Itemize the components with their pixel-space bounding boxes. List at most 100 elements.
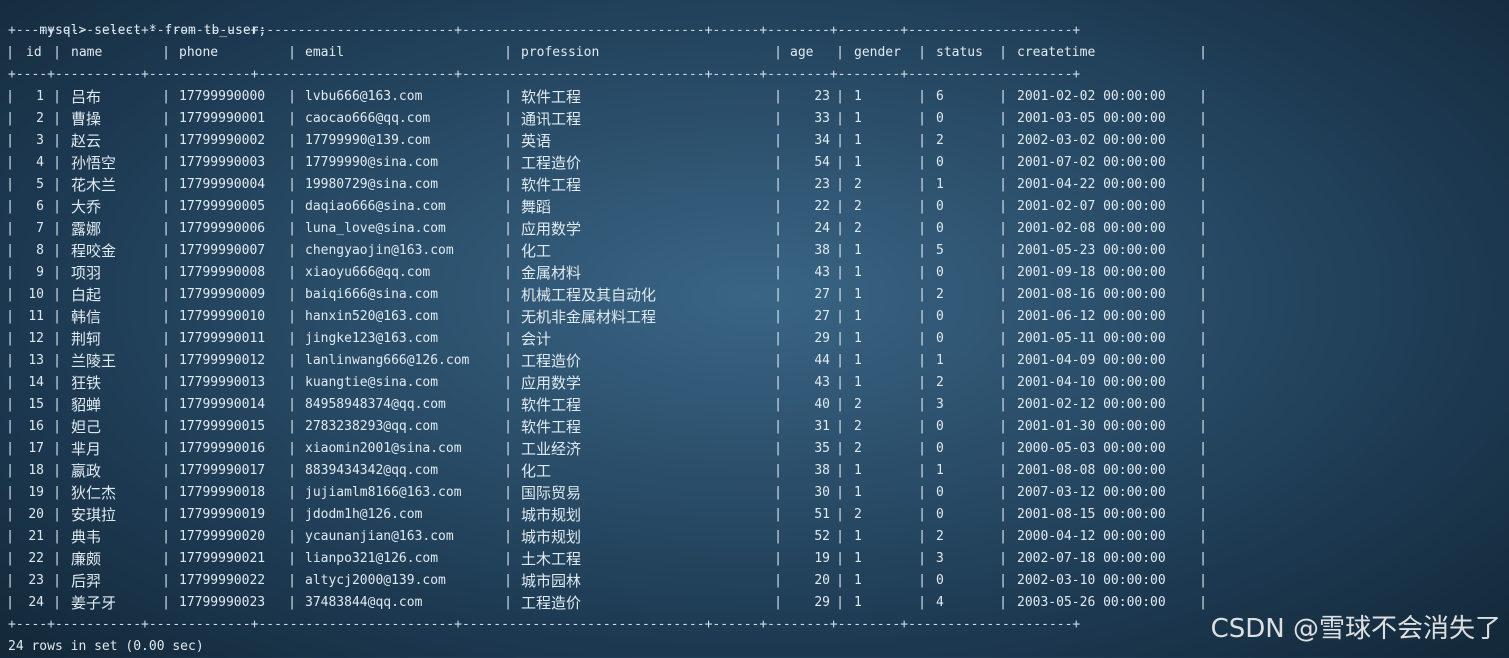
column-separator: | [288, 331, 296, 346]
column-separator: | [774, 397, 782, 412]
cell-email: xiaomin2001@sina.com [305, 441, 462, 456]
cell-createtime: 2001-02-08 00:00:00 [1017, 221, 1166, 236]
column-separator: | [288, 463, 296, 478]
cell-status: 4 [936, 595, 944, 610]
column-separator: | [53, 485, 61, 500]
cell-profession: 会计 [521, 330, 552, 348]
column-separator: | [288, 441, 296, 456]
cell-id: 15 [28, 397, 44, 412]
cell-gender: 1 [854, 463, 862, 478]
cell-age: 27 [814, 287, 830, 302]
column-separator: | [1199, 573, 1207, 588]
column-separator: | [918, 243, 926, 258]
cell-email: hanxin520@163.com [305, 309, 439, 324]
cell-age: 35 [814, 441, 830, 456]
column-separator: | [774, 199, 782, 214]
column-separator: | [774, 551, 782, 566]
cell-createtime: 2001-05-11 00:00:00 [1017, 331, 1166, 346]
column-separator: | [53, 463, 61, 478]
cell-profession: 机械工程及其自动化 [521, 286, 657, 304]
column-separator: | [999, 155, 1007, 170]
column-separator: | [999, 331, 1007, 346]
cell-email: jingke123@163.com [305, 331, 439, 346]
column-separator: | [918, 199, 926, 214]
cell-age: 29 [814, 595, 830, 610]
column-separator: | [162, 177, 170, 192]
terminal-window[interactable]: mysql> select * from tb_user; +----+----… [0, 0, 1509, 657]
column-separator: | [162, 331, 170, 346]
cell-email: kuangtie@sina.com [305, 375, 439, 390]
cell-name: 花木兰 [71, 176, 117, 194]
cell-age: 38 [814, 243, 830, 258]
cell-phone: 17799990012 [179, 353, 266, 368]
column-header-age: age [790, 45, 814, 60]
cell-age: 29 [814, 331, 830, 346]
column-separator: | [53, 111, 61, 126]
cell-gender: 2 [854, 507, 862, 522]
column-separator: | [918, 45, 926, 60]
column-separator: | [1199, 111, 1207, 126]
table-border-top: +----+-----------+-------------+--------… [8, 23, 1081, 38]
cell-age: 54 [814, 155, 830, 170]
column-separator: | [774, 507, 782, 522]
column-separator: | [999, 595, 1007, 610]
cell-status: 0 [936, 265, 944, 280]
column-separator: | [836, 89, 844, 104]
column-separator: | [288, 353, 296, 368]
cell-status: 0 [936, 573, 944, 588]
column-separator: | [836, 243, 844, 258]
column-separator: | [1199, 463, 1207, 478]
cell-status: 0 [936, 309, 944, 324]
cell-email: jdodm1h@126.com [305, 507, 423, 522]
cell-status: 0 [936, 331, 944, 346]
column-separator: | [162, 397, 170, 412]
column-separator: | [774, 45, 782, 60]
column-separator: | [504, 573, 512, 588]
cell-email: daqiao666@sina.com [305, 199, 446, 214]
cell-name: 廉颇 [71, 550, 102, 568]
cell-gender: 1 [854, 529, 862, 544]
column-separator: | [162, 221, 170, 236]
column-separator: | [999, 529, 1007, 544]
column-separator: | [999, 111, 1007, 126]
cell-email: 17799990@139.com [305, 133, 431, 148]
cell-email: lianpo321@126.com [305, 551, 439, 566]
cell-profession: 土木工程 [521, 550, 582, 568]
cell-email: luna_love@sina.com [305, 221, 446, 236]
column-separator: | [1199, 89, 1207, 104]
column-separator: | [836, 331, 844, 346]
column-separator: | [288, 45, 296, 60]
column-separator: | [999, 221, 1007, 236]
cell-id: 13 [28, 353, 44, 368]
column-separator: | [836, 375, 844, 390]
cell-status: 6 [936, 89, 944, 104]
cell-profession: 软件工程 [521, 88, 582, 106]
column-separator: | [836, 111, 844, 126]
cell-gender: 1 [854, 595, 862, 610]
cell-profession: 无机非金属材料工程 [521, 308, 657, 326]
column-separator: | [918, 551, 926, 566]
cell-id: 4 [36, 155, 44, 170]
column-separator: | [836, 419, 844, 434]
column-separator: | [504, 155, 512, 170]
column-separator: | [918, 265, 926, 280]
cell-createtime: 2001-07-02 00:00:00 [1017, 155, 1166, 170]
column-separator: | [836, 199, 844, 214]
column-separator: | [288, 265, 296, 280]
cell-email: 37483844@qq.com [305, 595, 423, 610]
cell-name: 吕布 [71, 88, 102, 106]
column-separator: | [999, 199, 1007, 214]
column-separator: | [504, 331, 512, 346]
cell-profession: 化工 [521, 462, 552, 480]
column-separator: | [504, 463, 512, 478]
column-separator: | [918, 441, 926, 456]
cell-phone: 17799990001 [179, 111, 266, 126]
column-separator: | [288, 507, 296, 522]
cell-age: 38 [814, 463, 830, 478]
cell-id: 23 [28, 573, 44, 588]
column-separator: | [836, 573, 844, 588]
column-header-createtime: createtime [1017, 45, 1096, 60]
cell-profession: 工程造价 [521, 352, 582, 370]
column-separator: | [774, 155, 782, 170]
cell-name: 大乔 [71, 198, 102, 216]
